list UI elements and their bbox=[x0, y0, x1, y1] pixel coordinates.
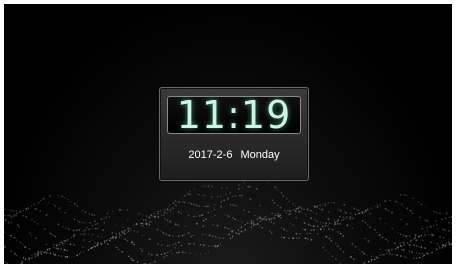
date-text: 2017-2-6 bbox=[188, 149, 233, 161]
clock-widget[interactable]: 11:19 2017-2-6 Monday bbox=[159, 87, 309, 181]
time-display: 11:19 bbox=[167, 96, 301, 134]
date-line: 2017-2-6 Monday bbox=[160, 149, 308, 161]
time-text: 11:19 bbox=[176, 93, 292, 137]
weekday-text: Monday bbox=[240, 149, 280, 161]
desktop-background: 11:19 2017-2-6 Monday bbox=[4, 4, 452, 264]
